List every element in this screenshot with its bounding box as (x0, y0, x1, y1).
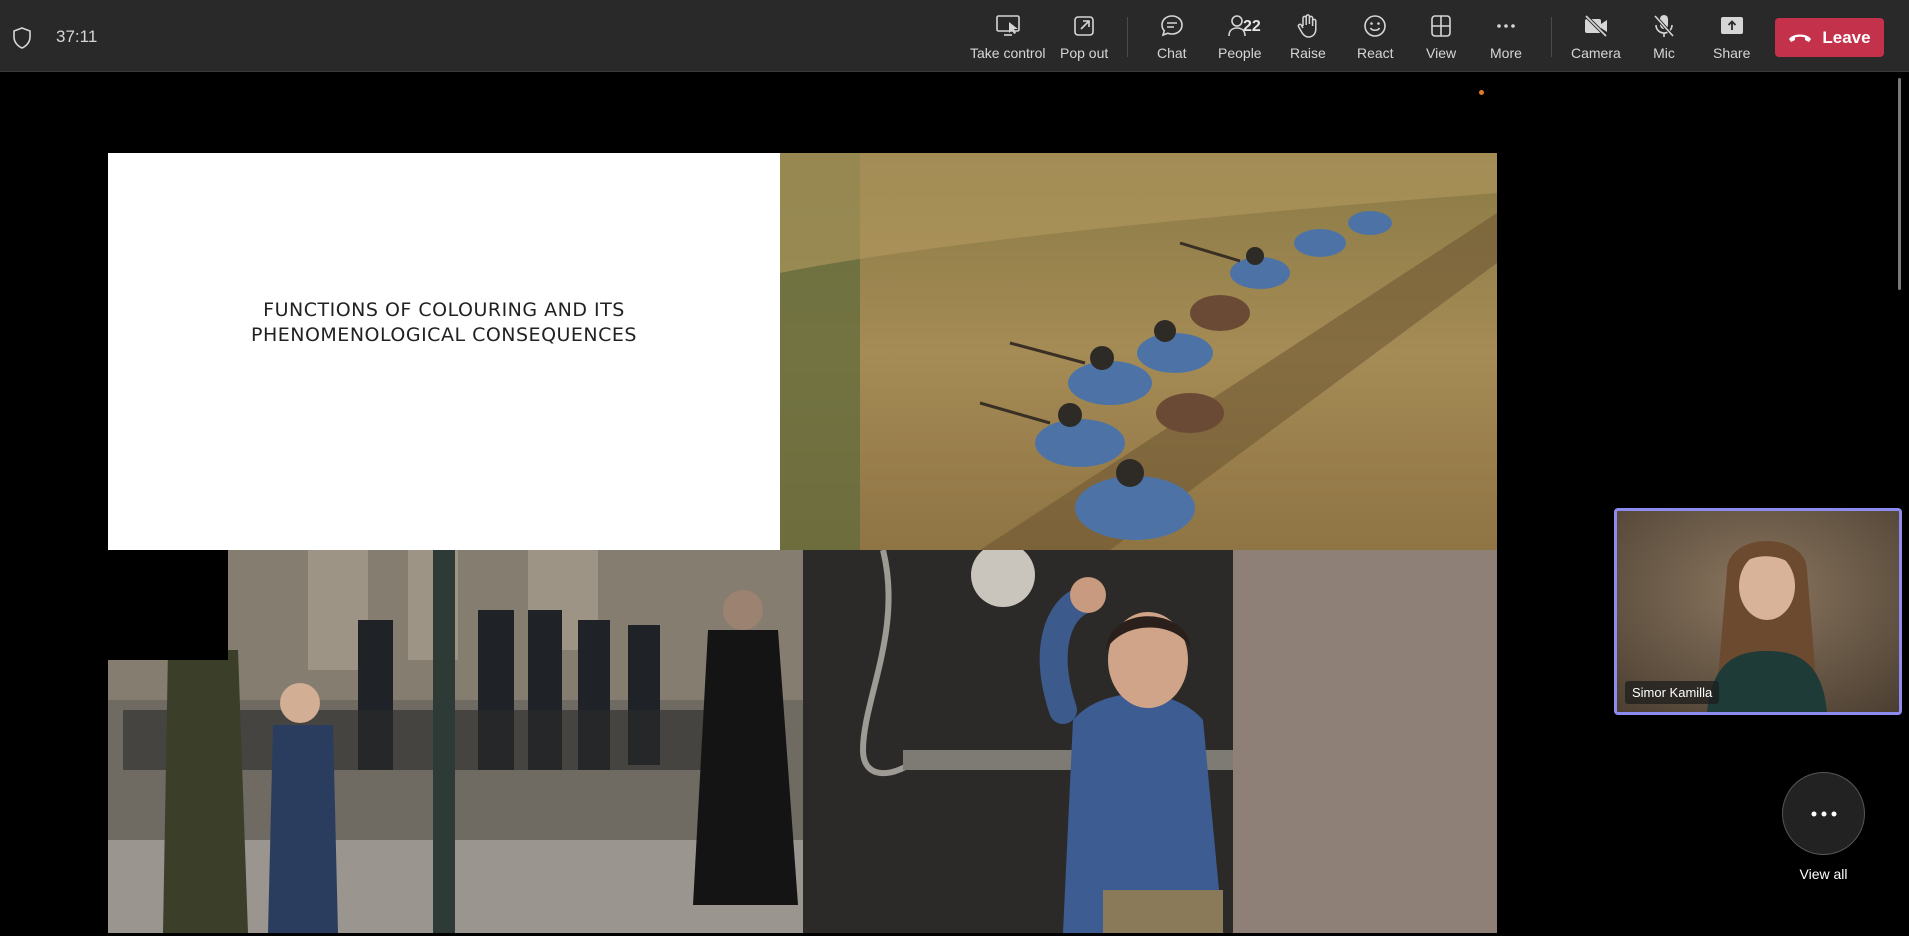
slide-title-line-2: PHENOMENOLOGICAL CONSEQUENCES (251, 324, 637, 346)
shield-icon[interactable] (12, 27, 32, 49)
layout-grid-icon (1431, 15, 1451, 37)
raise-label: Raise (1290, 45, 1326, 61)
camera-button[interactable]: Camera (1571, 12, 1621, 64)
raise-hand-button[interactable]: Raise (1290, 12, 1326, 64)
camera-label: Camera (1571, 45, 1621, 61)
participant-name-tag: Simor Kamilla (1625, 681, 1720, 704)
leave-label: Leave (1822, 27, 1871, 47)
slide-title-line-1: FUNCTIONS OF COLOURING AND ITS (263, 299, 625, 321)
take-control-label: Take control (970, 45, 1046, 61)
mic-label: Mic (1653, 45, 1675, 61)
toolbar-divider (1551, 17, 1552, 57)
notification-dot (1479, 90, 1484, 95)
camera-off-icon (1584, 14, 1608, 38)
shared-slide: FUNCTIONS OF COLOURING AND ITS PHENOMENO… (108, 153, 1497, 933)
pop-out-button[interactable]: Pop out (1060, 12, 1108, 64)
mic-off-icon (1653, 14, 1675, 38)
meeting-toolbar: 37:11 Take control Pop out Chat People 2 (0, 0, 1909, 72)
take-control-icon (995, 15, 1020, 36)
boy-waving-photo (803, 550, 1497, 933)
take-control-button[interactable]: Take control (970, 12, 1045, 64)
stage-scrollbar[interactable] (1898, 78, 1901, 290)
pop-out-label: Pop out (1060, 45, 1109, 61)
leave-button[interactable]: Leave (1775, 18, 1884, 57)
raise-hand-icon (1297, 14, 1317, 38)
meeting-timer: 37:11 (56, 27, 98, 46)
street-crowd-photo (108, 550, 803, 933)
share-label: Share (1713, 45, 1751, 61)
chat-label: Chat (1157, 45, 1187, 61)
view-label: View (1426, 45, 1457, 61)
chat-button[interactable]: Chat (1157, 12, 1187, 64)
view-all-label: View all (1799, 866, 1848, 882)
people-label: People (1218, 45, 1262, 61)
react-label: React (1357, 45, 1394, 61)
view-all-button[interactable] (1782, 772, 1865, 855)
people-count-badge: 22 (1243, 18, 1261, 35)
mic-button[interactable]: Mic (1650, 12, 1678, 64)
soldiers-in-field-photo (780, 153, 1497, 550)
slide-title: FUNCTIONS OF COLOURING AND ITS PHENOMENO… (108, 298, 780, 348)
slide-title-panel: FUNCTIONS OF COLOURING AND ITS PHENOMENO… (108, 153, 780, 550)
more-dots-icon (1811, 811, 1836, 816)
more-button[interactable]: More (1490, 12, 1522, 64)
share-screen-icon (1720, 17, 1743, 34)
chat-icon (1160, 15, 1183, 37)
pop-out-icon (1074, 16, 1094, 36)
participant-video-tile[interactable]: Simor Kamilla (1614, 508, 1902, 715)
react-button[interactable]: React (1357, 12, 1394, 64)
view-button[interactable]: View (1426, 12, 1456, 64)
smiley-icon (1364, 15, 1387, 37)
hang-up-icon (1789, 34, 1812, 42)
share-button[interactable]: Share (1713, 12, 1750, 64)
more-dots-icon (1497, 24, 1515, 28)
toolbar-divider (1127, 17, 1128, 57)
more-label: More (1490, 45, 1522, 61)
